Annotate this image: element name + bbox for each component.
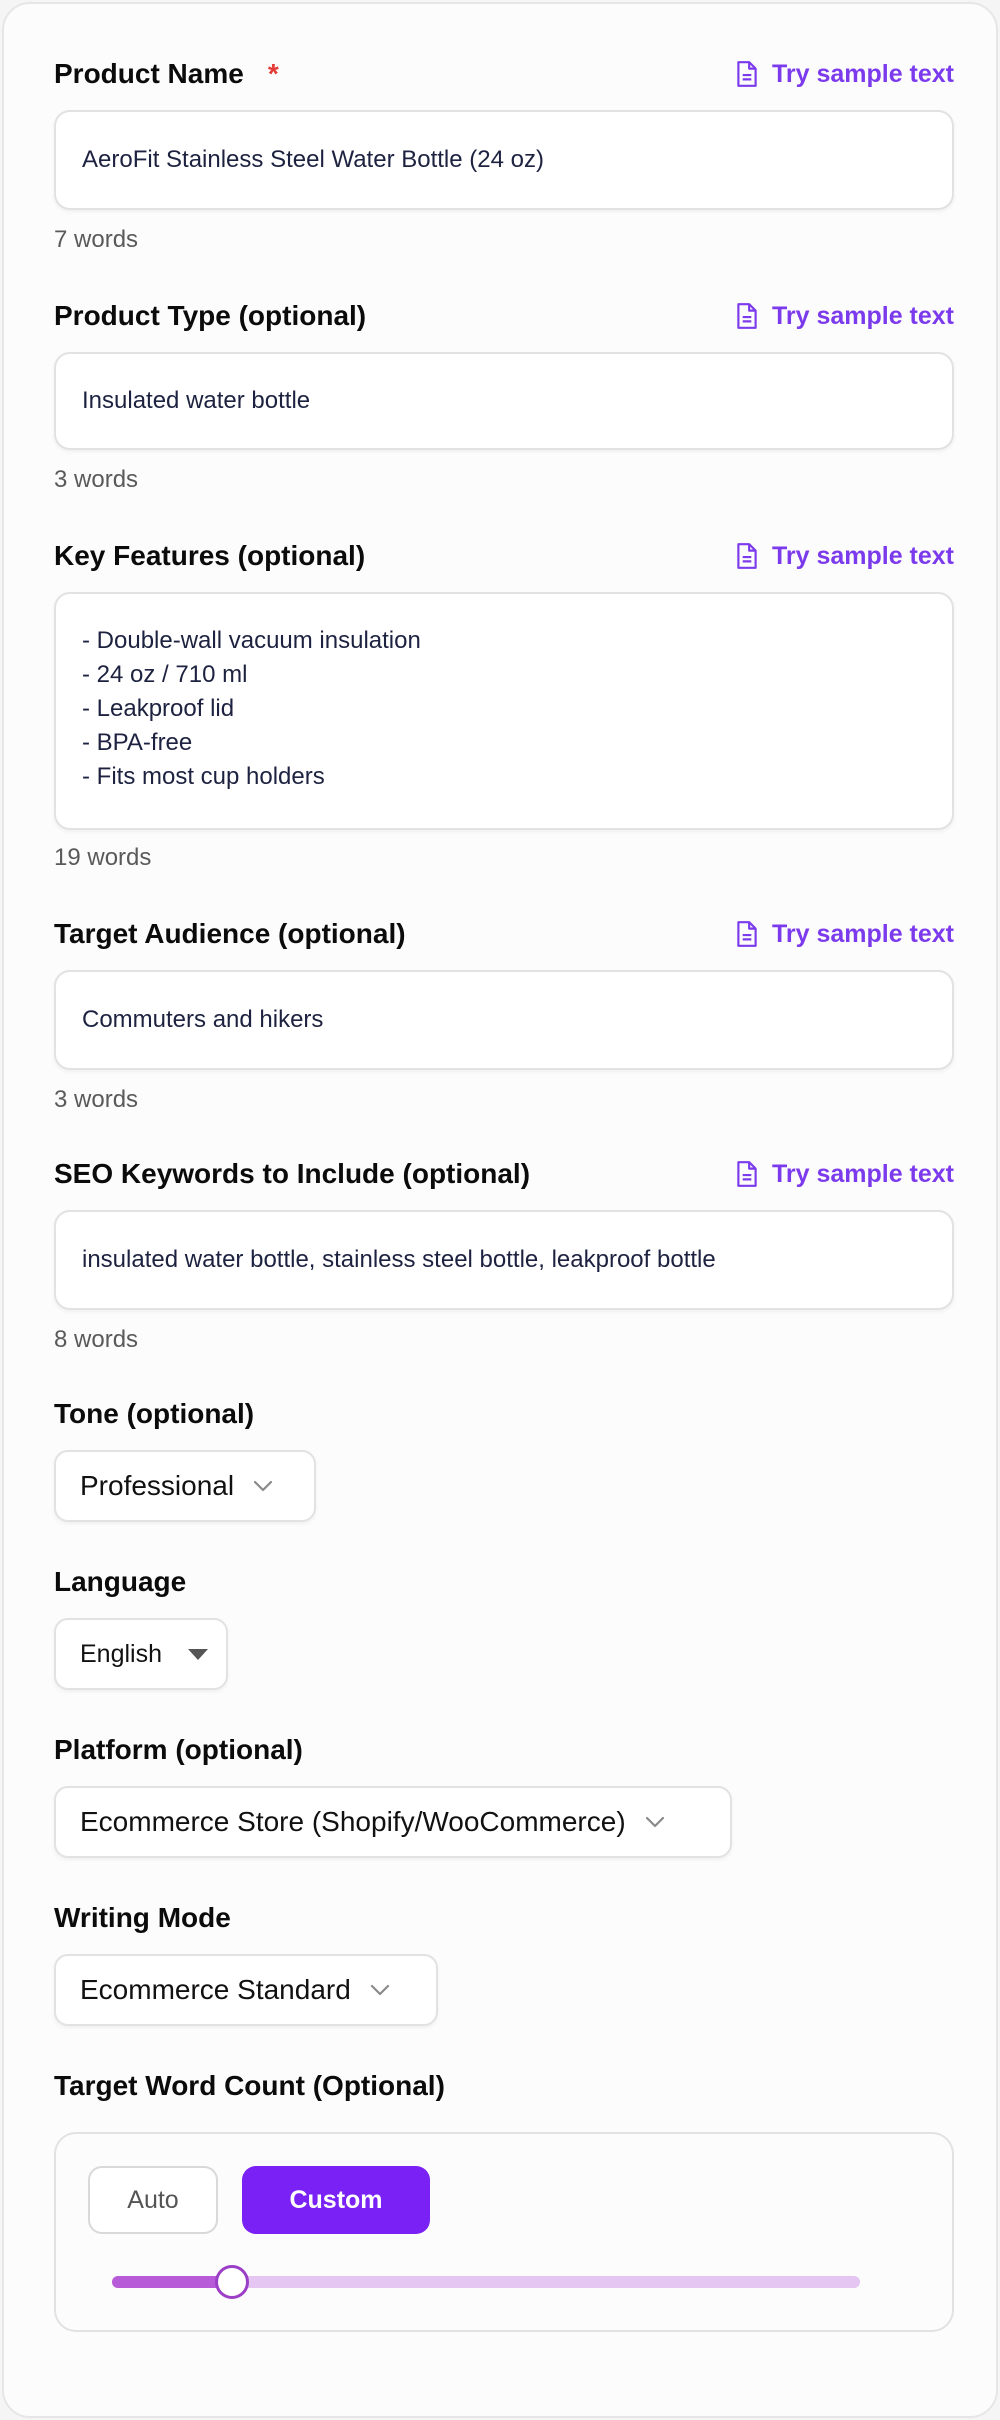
tone-select[interactable]: Professional (54, 1450, 316, 1522)
document-icon (737, 303, 757, 329)
platform-select[interactable]: Ecommerce Store (Shopify/WooCommerce) (54, 1786, 732, 1858)
product-name-input[interactable]: AeroFit Stainless Steel Water Bottle (24… (54, 110, 954, 210)
form-card: Product Name * Try sample text AeroFit S… (2, 2, 998, 2418)
product-type-label: Product Type (optional) (54, 300, 367, 331)
key-features-sample-link[interactable]: Try sample text (734, 542, 954, 571)
tone-label: Tone (optional) (54, 1398, 255, 1429)
chevron-down-icon (253, 1480, 273, 1492)
product-name-word-count: 7 words (54, 226, 139, 253)
product-type-sample-link[interactable]: Try sample text (734, 302, 954, 331)
document-icon (737, 543, 757, 569)
document-icon (737, 61, 757, 87)
document-icon (737, 921, 757, 947)
slider-handle[interactable] (214, 2265, 249, 2299)
key-features-header: Key Features (optional) Try sample text (54, 536, 954, 576)
required-marker: * (267, 58, 279, 89)
product-name-label: Product Name * (54, 58, 279, 89)
tone-selected: Professional (80, 1470, 235, 1501)
writing-mode-select[interactable]: Ecommerce Standard (54, 1954, 438, 2026)
writing-mode-label: Writing Mode (54, 1902, 231, 1933)
seo-keywords-word-count: 8 words (54, 1326, 139, 1353)
key-features-label: Key Features (optional) (54, 540, 366, 571)
feature-line: - Double-wall vacuum insulation (82, 627, 421, 654)
target-audience-sample-link[interactable]: Try sample text (734, 920, 954, 949)
target-audience-value: Commuters and hikers (82, 1006, 324, 1033)
product-name-sample-link[interactable]: Try sample text (734, 60, 954, 89)
platform-header: Platform (optional) (54, 1730, 954, 1770)
feature-line: - Leakproof lid (82, 695, 235, 722)
word-count-label: Target Word Count (Optional) (54, 2070, 445, 2101)
tone-header: Tone (optional) (54, 1394, 954, 1434)
product-type-word-count: 3 words (54, 466, 139, 493)
slider-fill (112, 2276, 232, 2288)
chevron-down-icon (645, 1816, 664, 1828)
platform-selected: Ecommerce Store (Shopify/WooCommerce) (80, 1806, 626, 1837)
target-audience-label: Target Audience (optional) (54, 918, 406, 949)
target-audience-input[interactable]: Commuters and hikers (54, 970, 954, 1070)
custom-button[interactable]: Custom (242, 2166, 430, 2234)
feature-line: - Fits most cup holders (82, 763, 325, 790)
key-features-word-count: 19 words (54, 844, 152, 871)
caret-down-icon (188, 1648, 208, 1660)
language-select[interactable]: English (54, 1618, 228, 1690)
seo-keywords-value: insulated water bottle, stainless steel … (82, 1246, 716, 1273)
seo-keywords-header: SEO Keywords to Include (optional) Try s… (54, 1154, 954, 1194)
product-type-value: Insulated water bottle (82, 387, 311, 414)
product-name-value: AeroFit Stainless Steel Water Bottle (24… (82, 146, 544, 173)
feature-line: - BPA-free (82, 729, 193, 756)
seo-keywords-sample-link[interactable]: Try sample text (734, 1160, 954, 1189)
platform-label: Platform (optional) (54, 1734, 303, 1765)
word-count-slider[interactable] (112, 2265, 860, 2299)
feature-line: - 24 oz / 710 ml (82, 661, 248, 688)
product-type-header: Product Type (optional) Try sample text (54, 296, 954, 336)
auto-button[interactable]: Auto (88, 2166, 218, 2234)
language-header: Language (54, 1562, 954, 1602)
word-count-header: Target Word Count (Optional) (54, 2066, 954, 2106)
writing-mode-header: Writing Mode (54, 1898, 954, 1938)
document-icon (737, 1161, 757, 1187)
product-name-header: Product Name * Try sample text (54, 54, 954, 94)
product-type-input[interactable]: Insulated water bottle (54, 352, 954, 450)
seo-keywords-input[interactable]: insulated water bottle, stainless steel … (54, 1210, 954, 1310)
language-label: Language (54, 1566, 187, 1597)
target-audience-word-count: 3 words (54, 1086, 139, 1113)
target-audience-header: Target Audience (optional) Try sample te… (54, 914, 954, 954)
writing-mode-selected: Ecommerce Standard (80, 1974, 351, 2005)
chevron-down-icon (370, 1984, 389, 1996)
word-count-panel: Auto Custom (54, 2132, 954, 2332)
seo-keywords-label: SEO Keywords to Include (optional) (54, 1158, 531, 1189)
key-features-textarea[interactable]: - Double-wall vacuum insulation - 24 oz … (54, 592, 954, 830)
language-selected: English (80, 1639, 162, 1668)
